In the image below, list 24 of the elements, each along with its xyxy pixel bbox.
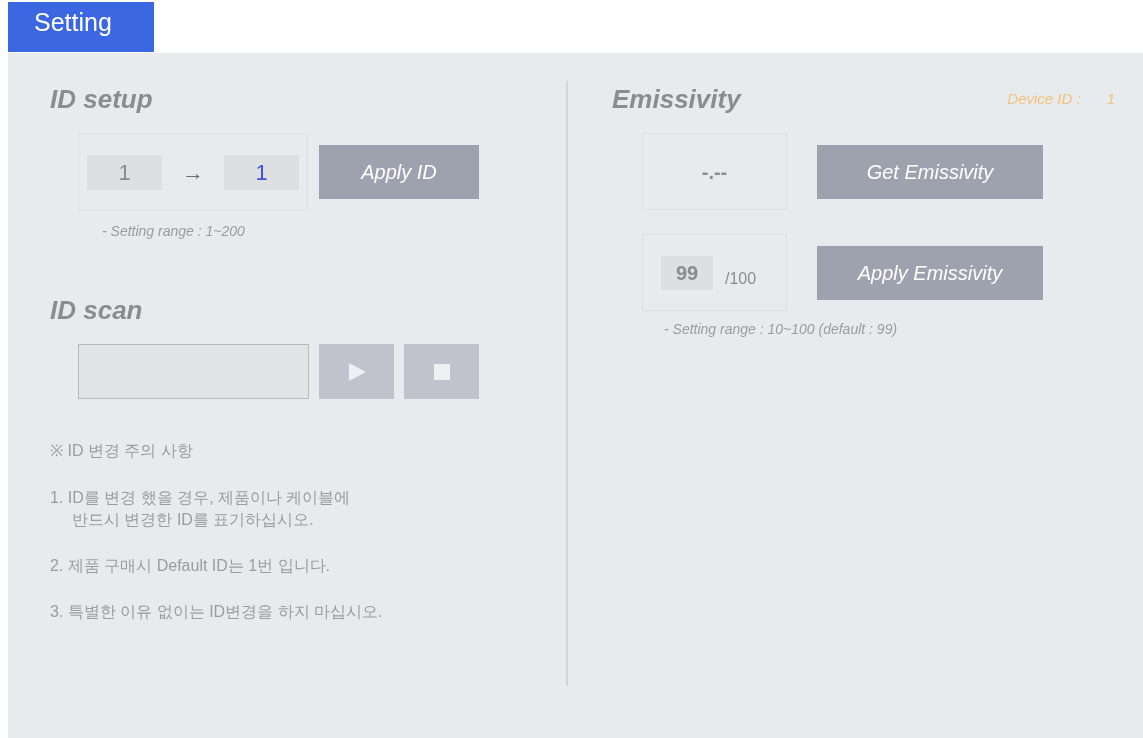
section-title: Emissivity [612,83,741,116]
note-text: 3. 특별한 이유 없이는 ID변경을 하지 마십시오. [50,602,383,622]
scan-field[interactable] [78,344,309,399]
current-id-field[interactable]: 1 [87,154,162,190]
device-id-value: 1 [1106,88,1115,109]
emissivity-max: /100 [725,268,757,289]
note-text: 1. ID를 변경 했을 경우, 제품이나 케이블에 반드시 변경한 ID를 표기하십시오. [50,488,351,530]
note-text: 2. 제품 구매시 Default ID는 1번 입니다. [50,556,331,576]
tab[interactable]: Setting [8,2,154,52]
range-note: - Setting range : 10~100 (default : 99) [664,320,898,339]
apply-emissivity-button[interactable]: Apply Emissivity [817,245,1043,300]
section-title: ID scan [50,294,143,327]
arrow-symbol: → [182,158,204,187]
range-note: - Setting range : 1~200 [102,222,245,241]
emissivity-field[interactable]: 99 [661,255,713,290]
get-emissivity-button[interactable]: Get Emissivity [817,144,1043,199]
notes-heading: ※ ID 변경 주의 사항 [50,441,193,461]
section-title: ID setup [50,83,153,116]
emissivity-reading: -.-- [642,133,787,210]
device-id-label: Device ID : [1007,88,1081,109]
stop-icon [431,361,452,382]
play-icon [346,361,367,382]
apply-id-button[interactable]: Apply ID [319,145,479,199]
new-id-field[interactable]: 1 [224,154,299,190]
